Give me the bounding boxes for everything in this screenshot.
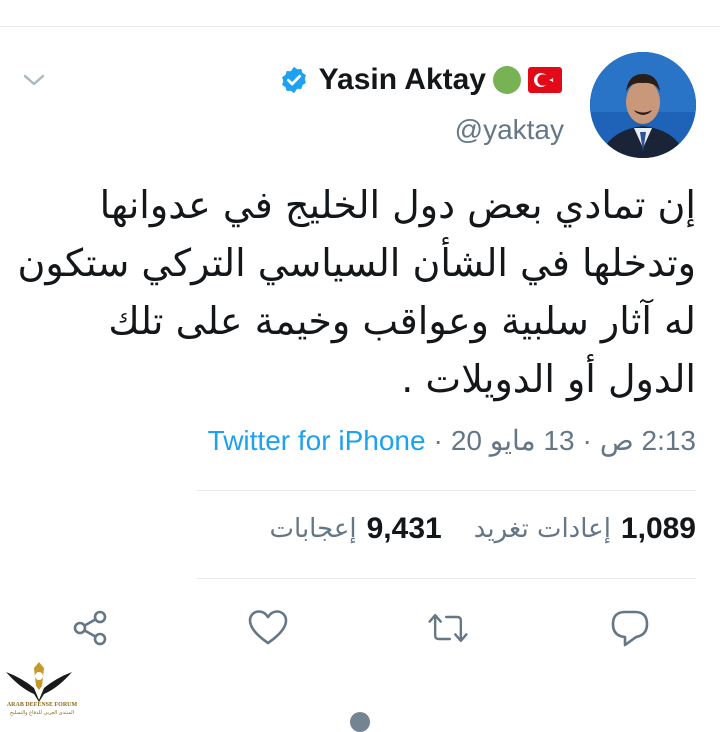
author-header: Yasin Aktay — [279, 58, 562, 102]
retweets-count[interactable]: 1,089 — [621, 512, 696, 546]
source-link[interactable]: Twitter for iPhone — [208, 425, 426, 457]
display-name[interactable]: Yasin Aktay — [319, 63, 486, 97]
reply-icon — [611, 610, 649, 647]
top-divider — [0, 26, 720, 27]
avatar[interactable] — [590, 52, 696, 158]
turkey-flag-icon — [528, 67, 562, 93]
forum-watermark-logo: ARAB DEFENSE FORUM المنتدى العربي للدفاع… — [4, 662, 77, 719]
tweet-text: إن تمادي بعض دول الخليج في عدوانها وتدخل… — [16, 176, 696, 408]
like-button[interactable] — [246, 606, 290, 650]
tweet-date: 13 مايو 20 — [450, 425, 575, 456]
retweets-label[interactable]: إعادات تغريد — [474, 514, 611, 544]
action-bar — [0, 606, 720, 650]
meta-separator: · — [582, 424, 592, 456]
handle[interactable]: @yaktay — [455, 114, 564, 146]
tweet-text-line: الدول أو الدويلات . — [401, 357, 696, 401]
likes-count[interactable]: 9,431 — [367, 512, 442, 546]
chevron-down-icon[interactable] — [22, 70, 46, 90]
tweet-text-line: إن تمادي بعض دول الخليج في عدوانها — [99, 183, 696, 227]
meta-separator: · — [433, 424, 443, 456]
verified-badge-icon — [281, 66, 306, 94]
tweet-stats: 1,089 إعادات تغريد 9,431 إعجابات — [270, 512, 696, 546]
reply-button[interactable] — [608, 606, 652, 650]
next-avatar-peek — [350, 712, 370, 732]
tweet-meta: Twitter for iPhone · 13 مايو 20 · 2:13 ص — [208, 424, 696, 457]
divider — [196, 490, 696, 491]
share-icon — [73, 610, 107, 646]
tweet-time: 2:13 ص — [599, 425, 696, 456]
tweet-text-line: له آثار سلبية وعواقب وخيمة على تلك — [108, 299, 696, 343]
retweet-button[interactable] — [426, 606, 470, 650]
divider — [196, 578, 696, 579]
green-circle-icon — [493, 66, 521, 94]
tweet-text-line: وتدخلها في الشأن السياسي التركي ستكون — [17, 241, 696, 285]
avatar-image — [590, 52, 696, 158]
watermark-text: ARAB DEFENSE FORUM — [6, 702, 78, 708]
retweet-icon — [428, 613, 468, 643]
watermark-text-ar: المنتدى العربي للدفاع والتسليح — [9, 710, 75, 716]
share-button[interactable] — [68, 606, 112, 650]
heart-icon — [248, 610, 288, 645]
likes-label[interactable]: إعجابات — [270, 514, 357, 544]
eagle-logo-icon — [6, 662, 72, 702]
